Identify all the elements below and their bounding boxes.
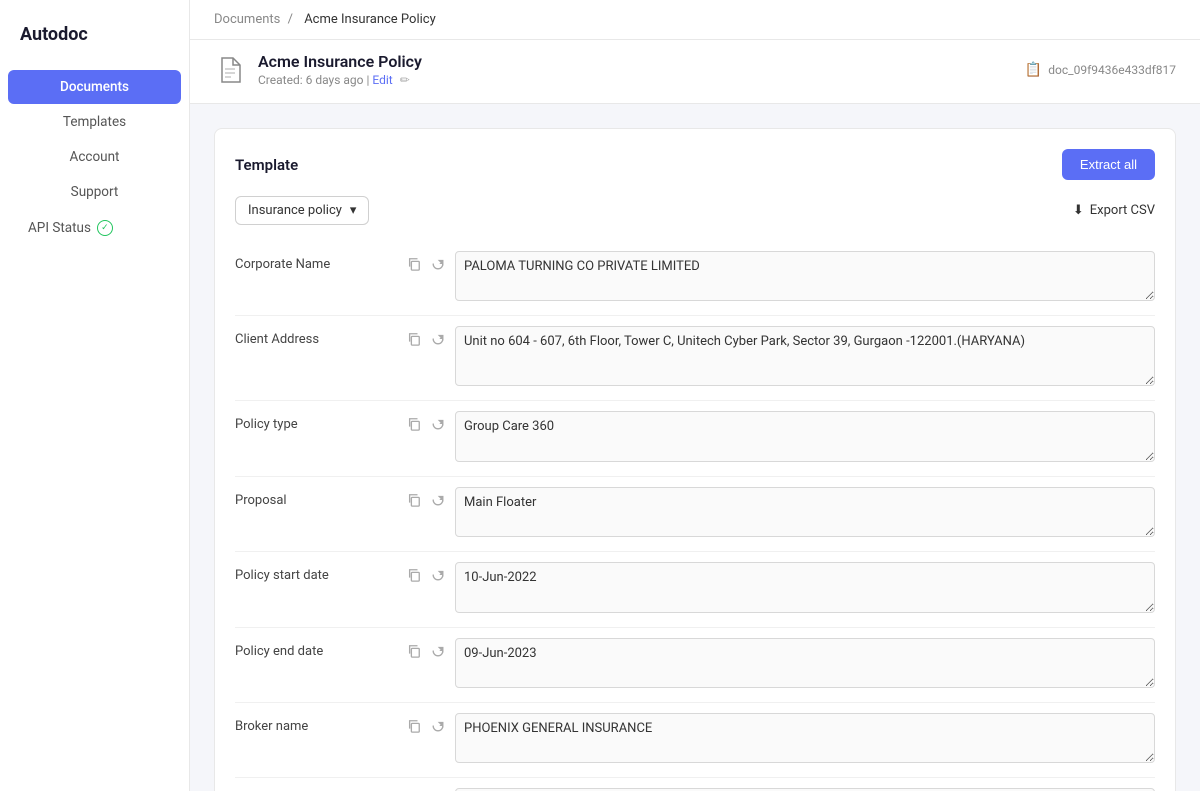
doc-id-block: 📋 doc_09f9436e433df817 [1025, 62, 1176, 78]
breadcrumb: Documents / Acme Insurance Policy [214, 12, 440, 27]
breadcrumb-separator: / [288, 12, 293, 27]
field-row: Client Address [235, 316, 1155, 401]
fields-list: Corporate Name Client Address Policy type P… [235, 241, 1155, 791]
field-actions [405, 251, 455, 305]
sidebar: Autodoc DocumentsTemplatesAccountSupport… [0, 0, 190, 791]
field-textarea[interactable] [455, 638, 1155, 688]
field-row: Number of dependents [235, 778, 1155, 791]
field-actions [405, 411, 455, 465]
field-value-wrap [455, 326, 1155, 390]
calendar-icon: 📋 [1025, 62, 1042, 78]
template-dropdown[interactable]: Insurance policy ▾ [235, 196, 369, 225]
doc-header-left: Acme Insurance Policy Created: 6 days ag… [214, 52, 422, 87]
main-content: Documents / Acme Insurance Policy Acme I… [190, 0, 1200, 791]
doc-header: Acme Insurance Policy Created: 6 days ag… [190, 40, 1200, 104]
template-card: Template Extract all Insurance policy ▾ … [214, 128, 1176, 791]
app-logo: Autodoc [0, 16, 189, 69]
export-csv-label: Export CSV [1090, 203, 1155, 218]
field-textarea[interactable] [455, 562, 1155, 612]
field-value-wrap [455, 638, 1155, 692]
field-row: Policy start date [235, 552, 1155, 627]
field-textarea[interactable] [455, 251, 1155, 301]
field-label: Policy type [235, 411, 405, 465]
field-copy-button[interactable] [405, 415, 423, 435]
field-copy-button[interactable] [405, 642, 423, 662]
field-value-wrap [455, 251, 1155, 305]
field-copy-button[interactable] [405, 717, 423, 737]
doc-meta: Created: 6 days ago | Edit ✏ [258, 73, 422, 87]
field-row: Policy end date [235, 628, 1155, 703]
field-actions [405, 713, 455, 767]
field-label: Broker name [235, 713, 405, 767]
template-dropdown-value: Insurance policy [248, 203, 342, 218]
field-actions [405, 638, 455, 692]
field-value-wrap [455, 487, 1155, 541]
field-refresh-button[interactable] [429, 255, 447, 275]
field-copy-button[interactable] [405, 566, 423, 586]
doc-file-icon [214, 54, 246, 86]
doc-title-block: Acme Insurance Policy Created: 6 days ag… [258, 52, 422, 87]
breadcrumb-current: Acme Insurance Policy [304, 12, 436, 27]
field-label: Policy end date [235, 638, 405, 692]
field-actions [405, 326, 455, 390]
doc-edit-link[interactable]: Edit [372, 73, 392, 87]
field-refresh-button[interactable] [429, 330, 447, 350]
sidebar-item-account[interactable]: Account [8, 140, 181, 174]
top-header: Documents / Acme Insurance Policy [190, 0, 1200, 40]
field-textarea[interactable] [455, 411, 1155, 461]
field-refresh-button[interactable] [429, 642, 447, 662]
field-copy-button[interactable] [405, 491, 423, 511]
field-label: Client Address [235, 326, 405, 390]
field-value-wrap [455, 411, 1155, 465]
breadcrumb-root[interactable]: Documents [214, 12, 280, 27]
field-copy-button[interactable] [405, 255, 423, 275]
field-refresh-button[interactable] [429, 415, 447, 435]
doc-created: Created: 6 days ago | [258, 73, 372, 87]
api-status-label: API Status [28, 220, 91, 236]
api-status-check-icon: ✓ [97, 220, 113, 236]
field-row: Policy type [235, 401, 1155, 476]
template-section-title: Template [235, 156, 298, 174]
field-actions [405, 562, 455, 616]
field-label: Policy start date [235, 562, 405, 616]
field-value-wrap [455, 713, 1155, 767]
field-row: Broker name [235, 703, 1155, 778]
doc-title: Acme Insurance Policy [258, 52, 422, 71]
field-row: Corporate Name [235, 241, 1155, 316]
sidebar-item-documents[interactable]: Documents [8, 70, 181, 104]
template-header: Template Extract all [235, 149, 1155, 180]
field-textarea[interactable] [455, 713, 1155, 763]
field-label: Proposal [235, 487, 405, 541]
field-refresh-button[interactable] [429, 717, 447, 737]
field-textarea[interactable] [455, 326, 1155, 386]
template-sub-header: Insurance policy ▾ ⬇ Export CSV [235, 196, 1155, 225]
api-status: API Status ✓ [8, 211, 181, 245]
sidebar-item-support[interactable]: Support [8, 175, 181, 209]
extract-all-button[interactable]: Extract all [1062, 149, 1155, 180]
field-label: Corporate Name [235, 251, 405, 305]
field-actions [405, 487, 455, 541]
field-copy-button[interactable] [405, 330, 423, 350]
field-textarea[interactable] [455, 487, 1155, 537]
field-refresh-button[interactable] [429, 566, 447, 586]
content-area: Template Extract all Insurance policy ▾ … [190, 104, 1200, 791]
chevron-down-icon: ▾ [350, 203, 357, 218]
field-row: Proposal [235, 477, 1155, 552]
doc-id-value: doc_09f9436e433df817 [1048, 63, 1176, 77]
field-value-wrap [455, 562, 1155, 616]
download-icon: ⬇ [1073, 203, 1084, 218]
doc-edit-icon[interactable]: ✏ [400, 73, 410, 87]
export-csv-button[interactable]: ⬇ Export CSV [1073, 203, 1155, 218]
field-refresh-button[interactable] [429, 491, 447, 511]
sidebar-item-templates[interactable]: Templates [8, 105, 181, 139]
